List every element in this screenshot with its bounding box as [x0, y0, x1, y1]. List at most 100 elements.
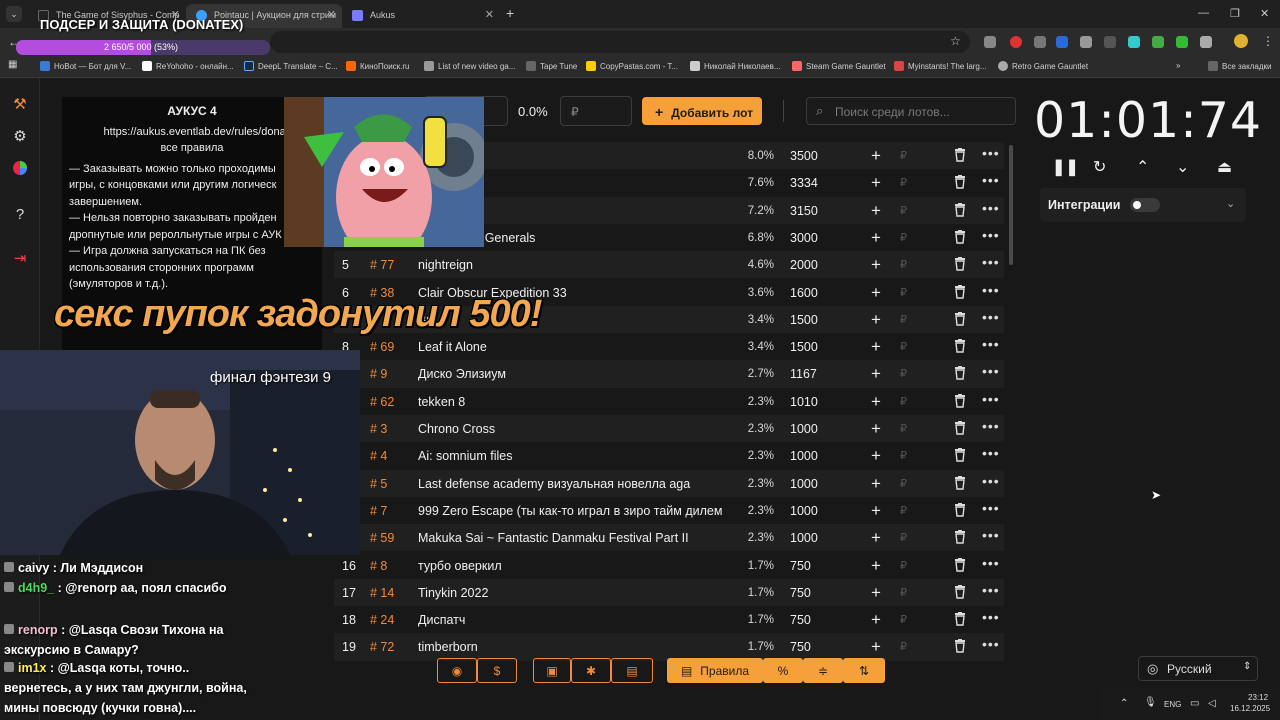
lot-name[interactable]: Leaf it Alone — [418, 340, 728, 354]
lot-search-input[interactable]: ⌕ Поиск среди лотов... — [806, 97, 1016, 125]
help-question-icon[interactable]: ? — [11, 206, 29, 224]
bookmark-star-icon[interactable]: ☆ — [950, 34, 961, 48]
add-amount-plus-icon[interactable]: + — [871, 556, 881, 576]
add-amount-plus-icon[interactable]: + — [871, 255, 881, 275]
lot-amount[interactable]: 1000 — [790, 531, 830, 545]
add-amount-plus-icon[interactable]: + — [871, 337, 881, 357]
trash-icon[interactable] — [954, 284, 966, 299]
lot-name[interactable]: Диско Элизиум — [418, 367, 728, 381]
add-lot-button[interactable]: + Добавить лот — [642, 97, 762, 125]
more-options-icon[interactable]: ••• — [982, 636, 1000, 652]
lot-add-amount-input[interactable]: ₽ — [900, 586, 907, 599]
trash-icon[interactable] — [954, 175, 966, 189]
profile-avatar-icon[interactable] — [1234, 34, 1248, 48]
integrations-panel[interactable]: Интеграции ⌄ — [1040, 188, 1246, 222]
lot-name[interactable]: 999 Zero Escape (ты как-то играл в зиро … — [418, 504, 728, 518]
bookmark-item[interactable]: CopyPastas.com - T... — [586, 61, 678, 71]
settings-gear-icon[interactable]: ⚙ — [11, 128, 29, 146]
add-amount-plus-icon[interactable]: + — [871, 446, 881, 466]
lot-amount[interactable]: 1500 — [790, 340, 830, 354]
pause-icon[interactable]: ❚❚ — [1052, 157, 1079, 177]
lot-amount[interactable]: 1000 — [790, 422, 830, 436]
percent-mode-button[interactable]: % — [763, 658, 803, 683]
keyboard-language[interactable]: ENG — [1164, 700, 1181, 709]
bookmark-item[interactable]: HoBot — Бот для V... — [40, 61, 131, 71]
trash-icon[interactable] — [954, 366, 966, 381]
eject-icon[interactable]: ⏏ — [1217, 157, 1232, 177]
add-amount-plus-icon[interactable]: + — [871, 146, 881, 166]
lot-add-amount-input[interactable]: ₽ — [900, 504, 907, 517]
table-scrollbar[interactable] — [1009, 145, 1013, 265]
lot-name[interactable]: Ai: somnium files — [418, 449, 728, 463]
add-amount-plus-icon[interactable]: + — [871, 173, 881, 193]
wheel-pie-icon[interactable] — [11, 160, 29, 178]
close-window-icon[interactable]: ✕ — [1260, 7, 1269, 20]
lot-add-amount-input[interactable]: ₽ — [900, 340, 907, 353]
lot-add-amount-input[interactable]: ₽ — [900, 149, 907, 162]
lot-row[interactable]: 16 # 8 турбо оверкил 1.7% 750 + ₽ ••• — [334, 552, 1004, 579]
lot-add-amount-input[interactable]: ₽ — [900, 531, 907, 544]
chevron-down-icon[interactable]: ⌄ — [1176, 157, 1189, 177]
clear-button[interactable]: ▤ — [611, 658, 653, 683]
lot-amount[interactable]: 1500 — [790, 313, 830, 327]
lot-add-amount-input[interactable]: ₽ — [900, 449, 907, 462]
url-field[interactable] — [270, 31, 970, 53]
more-options-icon[interactable]: ••• — [982, 391, 1000, 407]
more-options-icon[interactable]: ••• — [982, 418, 1000, 434]
lot-add-amount-input[interactable]: ₽ — [900, 477, 907, 490]
lot-row[interactable]: 5 # 77 nightreign 4.6% 2000 + ₽ ••• — [334, 251, 1004, 279]
lot-add-amount-input[interactable]: ₽ — [900, 613, 907, 626]
lot-row[interactable]: # 62 tekken 8 2.3% 1010 + ₽ ••• — [334, 388, 1004, 415]
sort-button[interactable]: ⇅ — [843, 658, 885, 683]
integrations-toggle[interactable] — [1130, 198, 1160, 212]
bookmark-item[interactable]: Steam Game Gauntlet — [792, 61, 886, 71]
lot-amount[interactable]: 3150 — [790, 204, 830, 218]
extension-icon[interactable] — [1034, 36, 1046, 48]
restore-icon[interactable]: ❐ — [1230, 7, 1240, 20]
clock-time[interactable]: 23:12 — [1248, 693, 1268, 702]
lot-row[interactable]: 19 # 72 timberborn 1.7% 750 + ₽ ••• — [334, 633, 1004, 661]
lot-amount[interactable]: 1600 — [790, 286, 830, 300]
lot-amount[interactable]: 1000 — [790, 504, 830, 518]
trash-icon[interactable] — [954, 475, 966, 490]
bookmark-item[interactable]: Николай Николаев... — [690, 61, 781, 71]
lot-add-amount-input[interactable]: ₽ — [900, 313, 907, 326]
lot-row[interactable]: # 7 999 Zero Escape (ты как-то играл в зи… — [334, 497, 1004, 524]
lot-name[interactable]: Chrono Cross — [418, 422, 728, 436]
trash-icon[interactable] — [954, 311, 966, 326]
lot-add-amount-input[interactable]: ₽ — [900, 367, 907, 380]
bookmark-item[interactable]: Retro Game Gauntlet — [998, 61, 1088, 71]
more-options-icon[interactable]: ••• — [982, 473, 1000, 489]
more-options-icon[interactable]: ••• — [982, 445, 1000, 461]
more-options-icon[interactable]: ••• — [982, 582, 1000, 598]
trash-icon[interactable] — [954, 421, 966, 435]
trash-icon[interactable] — [954, 612, 966, 626]
rules-button[interactable]: ▤ Правила — [667, 658, 763, 683]
lot-amount[interactable]: 750 — [790, 559, 830, 573]
logout-icon[interactable]: ⇥ — [11, 250, 29, 268]
lot-name[interactable]: Last defense academy визуальная новелла … — [418, 477, 728, 491]
extension-icon[interactable] — [984, 36, 996, 48]
trash-icon[interactable] — [954, 257, 966, 271]
bookmark-item[interactable]: Tape Tune — [526, 61, 577, 71]
trash-icon[interactable] — [954, 502, 966, 517]
lot-amount[interactable]: 750 — [790, 613, 830, 627]
add-amount-plus-icon[interactable]: + — [871, 419, 881, 439]
more-options-icon[interactable]: ••• — [982, 227, 1000, 243]
compact-mode-button[interactable]: ≑ — [803, 658, 843, 683]
add-amount-plus-icon[interactable]: + — [871, 528, 881, 548]
more-options-icon[interactable]: ••• — [982, 555, 1000, 571]
tray-expand-icon[interactable]: ⌃ — [1120, 698, 1128, 709]
add-amount-plus-icon[interactable]: + — [871, 310, 881, 330]
apps-grid-icon[interactable]: ▦ — [8, 59, 17, 70]
more-options-icon[interactable]: ••• — [982, 200, 1000, 216]
add-amount-plus-icon[interactable]: + — [871, 501, 881, 521]
trash-icon[interactable] — [954, 557, 966, 572]
lot-name[interactable]: timberborn — [418, 640, 728, 654]
lot-add-amount-input[interactable]: ₽ — [900, 422, 907, 435]
extensions-puzzle-icon[interactable] — [1200, 36, 1212, 48]
close-icon[interactable]: ✕ — [485, 8, 494, 21]
bookmark-item[interactable]: Myinstants! The larg... — [894, 61, 987, 71]
lot-row[interactable]: # 4 Ai: somnium files 2.3% 1000 + ₽ ••• — [334, 442, 1004, 469]
trash-icon[interactable] — [954, 639, 966, 654]
